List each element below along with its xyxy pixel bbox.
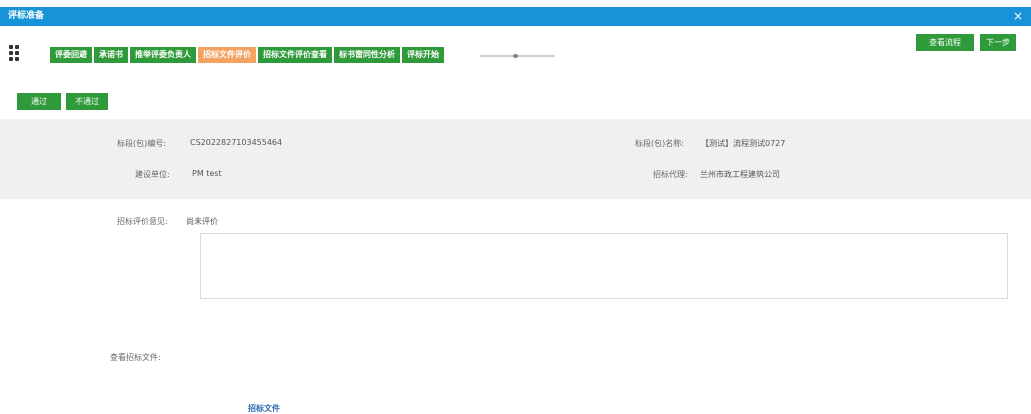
fail-button[interactable]: 不通过 (66, 93, 108, 110)
step-similarity-analysis[interactable]: 标书雷同性分析 (334, 47, 400, 63)
package-no-label: 标段(包)编号: (117, 139, 166, 148)
close-icon[interactable]: × (1013, 7, 1023, 26)
step-bid-doc-evaluation-view[interactable]: 招标文件评价查看 (258, 47, 332, 63)
package-name-label: 标段(包)名称: (635, 139, 684, 148)
builder-value: PM test (192, 169, 222, 178)
builder-label: 建设单位: (135, 170, 170, 179)
package-no-value: CS2022827103455464 (190, 138, 283, 147)
evaluation-textarea[interactable] (200, 233, 1008, 299)
window-titlebar: 评标准备 × (0, 7, 1031, 26)
step-start-evaluation[interactable]: 评标开始 (402, 47, 444, 63)
pass-button[interactable]: 通过 (17, 93, 61, 110)
step-elect-leader[interactable]: 推举评委负责人 (130, 47, 196, 63)
evaluation-status: 尚未评价 (186, 217, 218, 226)
bid-files-label: 查看招标文件: (110, 353, 161, 362)
view-flow-button[interactable]: 查看流程 (916, 34, 974, 51)
tab-scrollbar[interactable] (480, 54, 555, 58)
bid-info-panel: 标段(包)编号: CS2022827103455464 标段(包)名称: 【测试… (0, 119, 1031, 199)
agent-value: 兰州市政工程建筑公司 (700, 170, 780, 179)
evaluation-label: 招标评价意见: (117, 217, 168, 226)
scrollbar-handle[interactable] (513, 54, 518, 58)
top-strip (0, 0, 1031, 7)
step-commitment[interactable]: 承诺书 (94, 47, 128, 63)
step-bid-doc-evaluation[interactable]: 招标文件评价 (198, 47, 256, 63)
package-name-value: 【测试】流程测试0727 (701, 139, 786, 148)
next-step-button[interactable]: 下一步 (980, 34, 1016, 51)
agent-label: 招标代理: (653, 170, 688, 179)
grid-menu-icon[interactable] (8, 44, 22, 62)
step-tabs: 评委回避 承诺书 推举评委负责人 招标文件评价 招标文件评价查看 标书雷同性分析… (50, 47, 446, 63)
step-recusal[interactable]: 评委回避 (50, 47, 92, 63)
window-title: 评标准备 (8, 11, 45, 21)
